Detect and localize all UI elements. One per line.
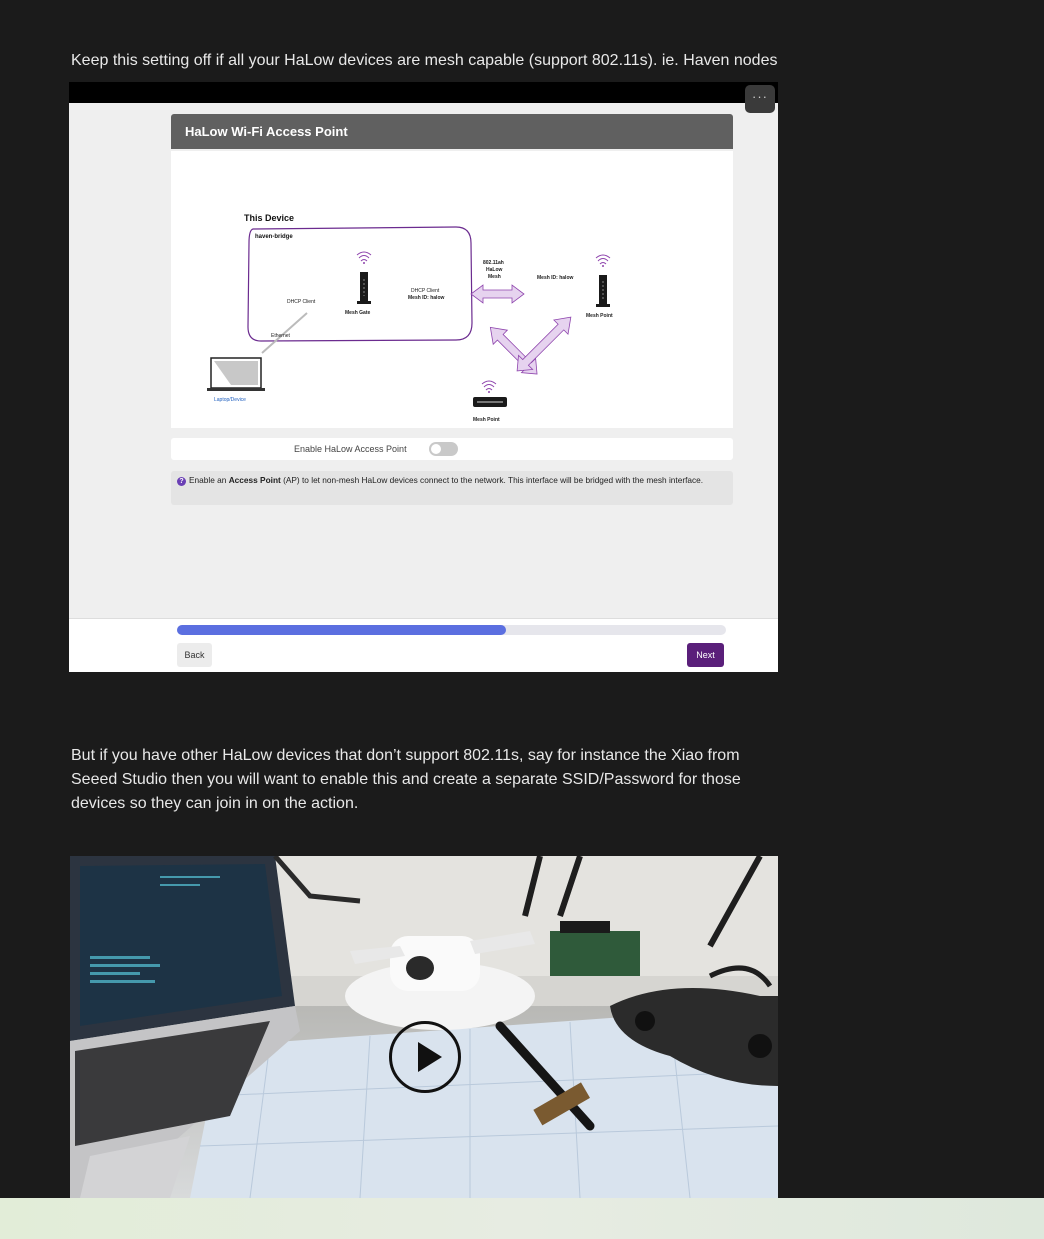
diagram-link-line3: Mesh bbox=[488, 274, 501, 280]
more-options-button[interactable]: ··· bbox=[745, 85, 775, 113]
diagram-this-device-label: This Device bbox=[244, 213, 294, 223]
mesh-point-bottom-icon bbox=[473, 380, 507, 407]
progress-bar bbox=[177, 625, 726, 635]
info-box: ? Enable an Access Point (AP) to let non… bbox=[171, 471, 733, 505]
screenshot-top-bar bbox=[69, 82, 778, 103]
diagram-link-line1: 802.11ah bbox=[483, 260, 504, 266]
info-text-post: (AP) to let non-mesh HaLow devices conne… bbox=[280, 475, 704, 485]
diagram-mesh-id-1-label: Mesh ID: halow bbox=[408, 295, 445, 301]
mesh-link-arrow-horizontal bbox=[470, 284, 525, 304]
diagram-dhcp-client-2-label: DHCP Client bbox=[411, 288, 440, 294]
diagram-hostname-label: haven-bridge bbox=[255, 234, 293, 240]
diagram-ethernet-label: Ethernet bbox=[271, 333, 291, 339]
intro-paragraph: Keep this setting off if all your HaLow … bbox=[71, 52, 778, 69]
toggle-label: Enable HaLow Access Point bbox=[294, 444, 407, 454]
mesh-link-arrow-right bbox=[516, 316, 572, 372]
network-diagram-panel: This Device haven-bridge DHCP Client Mes… bbox=[171, 151, 733, 428]
wizard-screenshot: ··· HaLow Wi-Fi Access Point This Device… bbox=[69, 82, 778, 672]
play-icon bbox=[418, 1042, 442, 1072]
card-header: HaLow Wi-Fi Access Point bbox=[171, 114, 733, 149]
next-button[interactable]: Next bbox=[687, 643, 724, 667]
mesh-point-right-icon bbox=[595, 254, 611, 307]
play-button[interactable] bbox=[389, 1021, 461, 1093]
info-text-bold: Access Point bbox=[228, 475, 281, 485]
info-text: Enable an Access Point (AP) to let non-m… bbox=[177, 475, 725, 486]
diagram-mesh-id-2-label: Mesh ID: halow bbox=[537, 275, 574, 281]
diagram-mesh-gate-label: Mesh Gate bbox=[345, 310, 371, 316]
info-text-pre: Enable an bbox=[189, 475, 229, 485]
enable-access-point-toggle[interactable] bbox=[429, 442, 458, 456]
second-paragraph: But if you have other HaLow devices that… bbox=[71, 747, 741, 812]
diagram-mesh-point-right-label: Mesh Point bbox=[586, 313, 613, 319]
back-button[interactable]: Back bbox=[177, 643, 212, 667]
diagram-link-line2: HaLow bbox=[486, 267, 503, 273]
toggle-knob bbox=[431, 444, 441, 454]
video-player[interactable] bbox=[70, 856, 778, 1198]
laptop-icon bbox=[207, 357, 265, 391]
network-diagram: This Device haven-bridge DHCP Client Mes… bbox=[207, 213, 613, 423]
access-point-toggle-row: Enable HaLow Access Point bbox=[171, 438, 733, 460]
page-bottom-strip bbox=[0, 1198, 1044, 1239]
wizard-footer: Back Next bbox=[69, 618, 778, 672]
diagram-laptop-label: Laptop/Device bbox=[214, 397, 246, 403]
progress-bar-fill bbox=[177, 625, 507, 635]
card-title: HaLow Wi-Fi Access Point bbox=[185, 124, 348, 139]
mesh-gate-icon bbox=[356, 251, 372, 304]
diagram-dhcp-client-label: DHCP Client bbox=[287, 299, 316, 305]
diagram-mesh-point-bottom-label: Mesh Point bbox=[473, 417, 500, 423]
